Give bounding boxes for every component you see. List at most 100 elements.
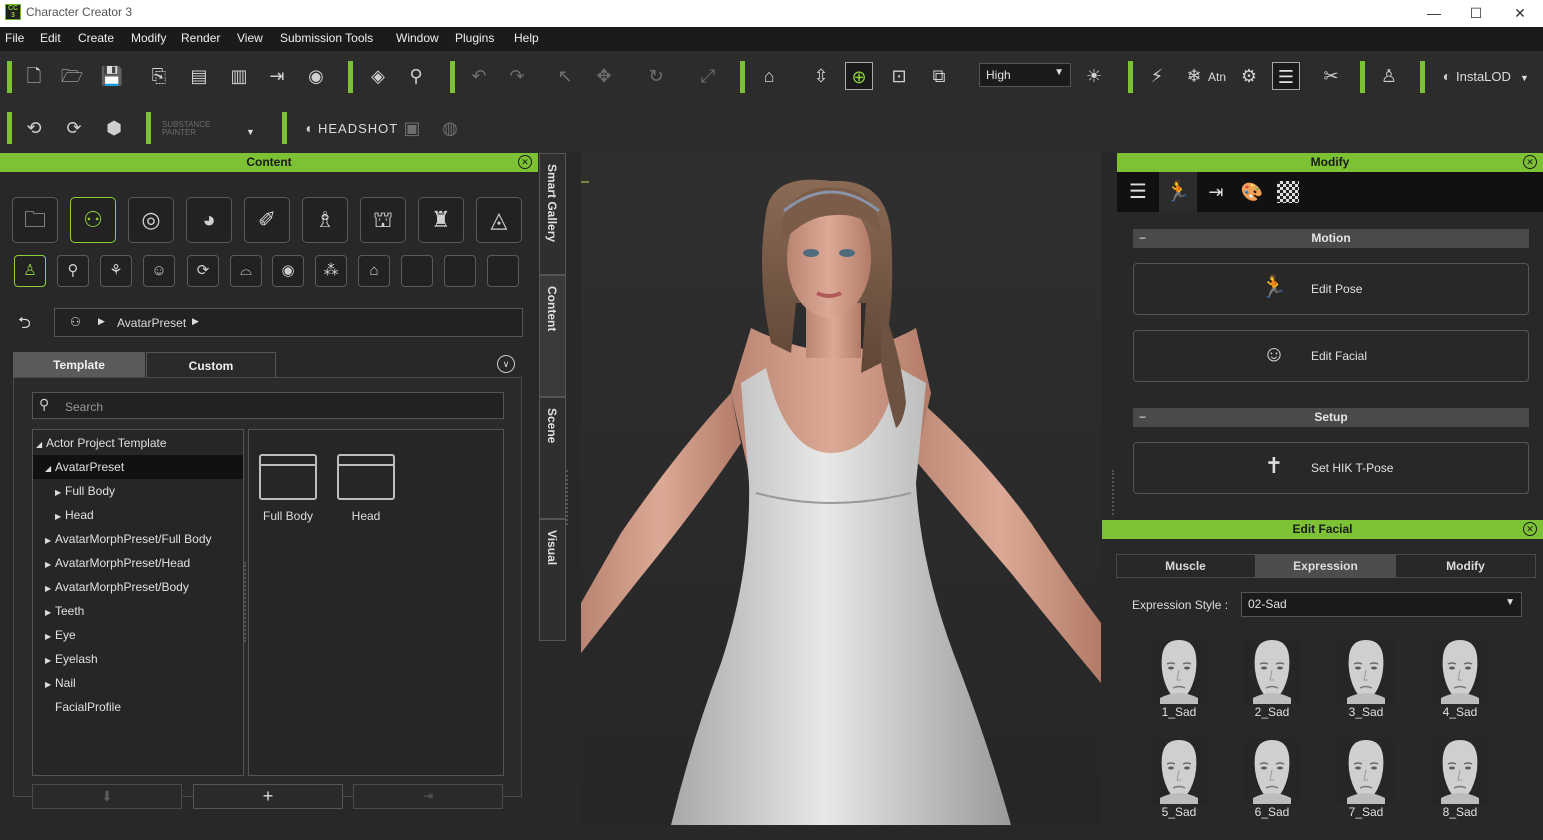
tab-attributes-icon[interactable]: ☰ [1121,176,1155,208]
folder-icon[interactable] [337,454,395,500]
expression-thumbnail[interactable] [1150,638,1208,704]
download-button[interactable]: ⬇ [32,784,182,809]
new-file-icon[interactable]: 🗋 [20,62,48,90]
tab-motion-icon[interactable]: 🏃 [1159,172,1197,212]
home-icon[interactable]: ⌂ [755,62,783,90]
mixer-icon[interactable]: ⚙ [1235,62,1263,90]
tree-item[interactable]: ▶ Eyelash [45,652,98,666]
snowflake-icon[interactable]: ❄ [1180,62,1208,90]
quality-dropdown[interactable]: High ▼ [979,63,1071,87]
open-folder-icon[interactable]: 🗁 [58,62,86,90]
morph-alt-icon[interactable]: ⟳ [60,114,88,142]
body-morph-subcategory-icon[interactable]: ⚲ [57,255,89,287]
chevron-down-icon[interactable]: ▼ [246,127,255,137]
pose-category-icon[interactable]: ♜ [418,197,464,243]
material-category-icon[interactable]: ◕ [186,197,232,243]
empty-subcategory-slot[interactable] [401,255,433,287]
minimize-button[interactable]: — [1411,2,1457,24]
body-shape-subcategory-icon[interactable]: ⚘ [100,255,132,287]
select-arrow-icon[interactable]: ↖ [551,62,579,90]
expression-thumbnail[interactable] [1337,738,1395,804]
rotate-icon[interactable]: ↻ [642,62,670,90]
ic-export-icon[interactable]: ▤ [185,62,213,90]
set-hik-tpose-button[interactable]: ✝ Set HIK T-Pose [1133,442,1529,494]
physics-icon[interactable]: ⚡ [1143,62,1171,90]
expression-thumbnail[interactable] [1337,638,1395,704]
instalod-label[interactable]: InstaLOD [1456,69,1511,84]
tab-scene[interactable]: Scene [539,397,566,519]
headshot-head-icon[interactable]: ◍ [436,114,464,142]
eyelash-subcategory-icon[interactable]: ⁂ [315,255,347,287]
empty-subcategory-slot[interactable] [444,255,476,287]
eye-subcategory-icon[interactable]: ◉ [272,255,304,287]
apply-button[interactable]: ⇥ [353,784,503,809]
splitter-handle[interactable] [1112,470,1115,515]
headshot-label[interactable]: HEADSHOT [318,121,398,136]
tab-muscle[interactable]: Muscle [1117,554,1254,578]
expression-thumbnail[interactable] [1431,638,1489,704]
redo-icon[interactable]: ↷ [503,62,531,90]
expression-style-dropdown[interactable]: 02-Sad ▼ [1241,592,1522,617]
actor-breadcrumb-icon[interactable]: ⚇ [70,315,81,329]
close-icon[interactable]: ✕ [1523,155,1537,169]
close-icon[interactable]: ✕ [1523,522,1537,536]
makeup-category-icon[interactable]: ✐ [244,197,290,243]
fit-view-icon[interactable]: ⊕ [845,62,873,90]
expression-thumbnail[interactable] [1150,738,1208,804]
nail-subcategory-icon[interactable]: ⌂ [358,255,390,287]
menu-help[interactable]: Help [514,31,539,45]
maximize-button[interactable]: ☐ [1453,2,1499,24]
save-icon[interactable]: 💾 [98,62,126,90]
tree-item[interactable]: ▶ Nail [45,676,76,690]
tab-expression[interactable]: Expression [1255,554,1396,578]
scale-icon[interactable]: ⤢ [694,62,722,90]
import-icon[interactable]: ⎘ [145,62,173,90]
section-setup[interactable]: − Setup [1133,408,1529,427]
search-input[interactable]: ⚲ Search [32,392,504,419]
character-icon[interactable]: ◈ [364,62,392,90]
zoom-select-icon[interactable]: ⊡ [885,62,913,90]
tab-texture-icon[interactable] [1277,181,1299,203]
actor-category-icon[interactable]: ⚇ [70,197,116,243]
tab-custom[interactable]: Custom [146,352,276,378]
tab-smart-gallery[interactable]: Smart Gallery [539,153,566,275]
substance-painter-label[interactable]: SUBSTANCE PAINTER [162,121,242,137]
menu-render[interactable]: Render [181,31,220,45]
tab-modify[interactable]: Modify [1397,554,1534,578]
folder-label[interactable]: Full Body [249,509,327,523]
edit-pose-button[interactable]: 🏃 Edit Pose [1133,263,1529,315]
pose-icon[interactable]: ⚲ [402,62,430,90]
tab-material-icon[interactable]: 🎨 [1235,176,1269,208]
tree-item[interactable]: ▶ Head [55,508,94,522]
camera-frame-icon[interactable]: ⧉ [925,62,953,90]
tab-morph-icon[interactable]: ⇥ [1199,176,1233,208]
export-icon[interactable]: ⇥ [263,62,291,90]
trim-icon[interactable]: ✂ [1317,62,1345,90]
head-morph-subcategory-icon[interactable]: ⟳ [187,255,219,287]
expression-thumbnail[interactable] [1431,738,1489,804]
menu-window[interactable]: Window [396,31,439,45]
fit-vertical-icon[interactable]: ⇳ [807,62,835,90]
usd-export-icon[interactable]: ▥ [225,62,253,90]
menu-file[interactable]: File [5,31,24,45]
add-button[interactable]: + [193,784,343,809]
folder-category-icon[interactable]: 🗀 [12,197,58,243]
folder-label[interactable]: Head [327,509,405,523]
expression-thumbnail[interactable] [1243,638,1301,704]
light-icon[interactable]: ☀ [1080,62,1108,90]
chevron-down-icon[interactable]: ▼ [1520,73,1529,83]
tree-item[interactable]: ▶ AvatarMorphPreset/Head [45,556,190,570]
cloth-category-icon[interactable]: ♗ [302,197,348,243]
section-motion[interactable]: − Motion [1133,229,1529,248]
avatar-subcategory-icon[interactable]: ♙ [14,255,46,287]
hair-category-icon[interactable]: ◎ [128,197,174,243]
move-icon[interactable]: ✥ [590,62,618,90]
tree-item[interactable]: ◢ AvatarPreset [45,460,124,474]
close-button[interactable]: ✕ [1497,2,1543,24]
splitter-handle[interactable] [566,470,569,525]
menu-create[interactable]: Create [78,31,114,45]
menu-modify[interactable]: Modify [131,31,166,45]
tab-content[interactable]: Content [539,275,566,397]
tree-item[interactable]: ◢ Actor Project Template [36,436,167,450]
tree-item[interactable]: ▶ AvatarMorphPreset/Full Body [45,532,212,546]
